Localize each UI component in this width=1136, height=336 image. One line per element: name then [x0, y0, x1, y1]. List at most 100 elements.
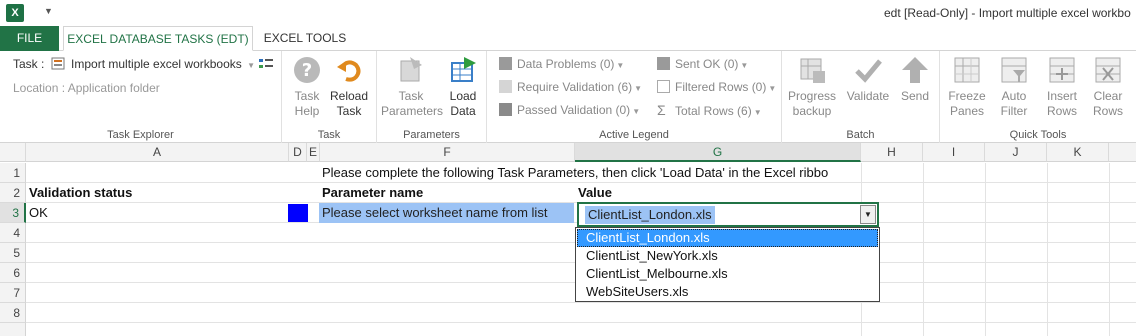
task-selector[interactable]: Task : Import multiple excel workbooks ▼ — [13, 57, 255, 71]
progress-backup-icon — [800, 58, 825, 83]
data-problems-label: Data Problems (0) — [517, 57, 615, 71]
require-validation-swatch-icon — [499, 80, 512, 93]
total-rows-filter[interactable]: Σ Total Rows (6) ▼ — [657, 101, 762, 119]
gridline — [923, 163, 924, 336]
column-header-i[interactable]: I — [923, 143, 985, 162]
active-legend-group-label: Active Legend — [599, 129, 669, 141]
passed-validation-swatch-icon — [499, 103, 512, 116]
column-header-j[interactable]: J — [985, 143, 1047, 162]
ribbon-tabs: FILE EXCEL DATABASE TASKS (EDT) EXCEL TO… — [0, 26, 1136, 51]
column-header-f[interactable]: F — [320, 143, 575, 162]
task-dropdown-icon[interactable]: ▼ — [247, 61, 255, 70]
row-header-7[interactable]: 7 — [0, 283, 26, 303]
task-parameters-icon — [400, 57, 422, 82]
select-all-corner[interactable] — [0, 143, 26, 162]
task-value: Import multiple excel workbooks — [71, 57, 242, 71]
freeze-panes-label: Freeze Panes — [948, 89, 986, 118]
task-help-button[interactable]: ? Task Help — [288, 55, 326, 119]
auto-filter-button[interactable]: Auto Filter — [992, 55, 1036, 119]
parameters-group-label: Parameters — [403, 129, 460, 141]
progress-backup-button[interactable]: Progress backup — [786, 55, 838, 119]
workbook-icon — [51, 57, 65, 70]
column-header-d[interactable]: D — [289, 143, 307, 162]
row-header-1[interactable]: 1 — [0, 163, 26, 183]
cell-f1-instructions[interactable]: Please complete the following Task Param… — [322, 163, 828, 183]
task-location: Location : Application folder — [13, 81, 160, 95]
require-validation-filter[interactable]: Require Validation (6) ▼ — [499, 78, 642, 96]
gridline — [985, 163, 986, 336]
clear-rows-button[interactable]: Clear Rows — [1086, 55, 1130, 119]
task-group: ? Task Help Reload Task Task — [282, 51, 377, 143]
task-parameters-button[interactable]: Task Parameters — [381, 55, 444, 119]
load-data-button[interactable]: Load Data — [443, 55, 483, 119]
quick-tools-group-label: Quick Tools — [1009, 129, 1067, 141]
filtered-rows-filter[interactable]: Filtered Rows (0) ▼ — [657, 78, 776, 96]
cell-g3-value-select[interactable]: ClientList_London.xls ▼ — [577, 202, 879, 227]
column-header-k[interactable]: K — [1047, 143, 1109, 162]
send-button[interactable]: Send — [896, 55, 934, 104]
task-parameters-label: Task Parameters — [381, 89, 444, 118]
cell-g2-header[interactable]: Value — [578, 183, 612, 203]
column-header-h[interactable]: H — [861, 143, 923, 162]
insert-rows-button[interactable]: Insert Rows — [1040, 55, 1084, 119]
window-title: edt [Read-Only] - Import multiple excel … — [884, 6, 1131, 20]
cell-a3-status[interactable]: OK — [29, 203, 48, 223]
gridline — [26, 322, 1136, 323]
validate-label: Validate — [846, 89, 890, 103]
insert-rows-icon — [1049, 57, 1075, 83]
validation-status-swatch — [288, 204, 308, 222]
row-header-8[interactable]: 8 — [0, 303, 26, 323]
validate-button[interactable]: Validate — [844, 55, 892, 104]
dropdown-option[interactable]: WebSiteUsers.xls — [577, 283, 878, 301]
active-legend-group: Data Problems (0) ▼ Require Validation (6… — [487, 51, 782, 143]
column-header-g[interactable]: G — [575, 143, 861, 162]
data-problems-filter[interactable]: Data Problems (0) ▼ — [499, 55, 624, 73]
gridline — [1047, 163, 1048, 336]
chevron-down-icon: ▼ — [632, 107, 641, 116]
sent-ok-filter[interactable]: Sent OK (0) ▼ — [657, 55, 748, 73]
cell-f2-header[interactable]: Parameter name — [322, 183, 423, 203]
passed-validation-filter[interactable]: Passed Validation (0) ▼ — [499, 101, 640, 119]
dropdown-option[interactable]: ClientList_NewYork.xls — [577, 247, 878, 265]
row-header-3[interactable]: 3 — [0, 203, 26, 223]
gridline — [26, 302, 1136, 303]
row-header-6[interactable]: 6 — [0, 263, 26, 283]
batch-group: Progress backup Validate Send Batch — [782, 51, 940, 143]
dropdown-option[interactable]: ClientList_Melbourne.xls — [577, 265, 878, 283]
task-group-label: Task — [317, 129, 341, 141]
column-header-a[interactable]: A — [26, 143, 289, 162]
tab-file[interactable]: FILE — [0, 26, 59, 51]
task-help-label: Task Help — [294, 89, 320, 118]
task-label: Task : — [13, 57, 45, 71]
dropdown-option[interactable]: ClientList_London.xls — [577, 229, 878, 247]
tab-excel-database-tasks[interactable]: EXCEL DATABASE TASKS (EDT) — [63, 26, 253, 51]
task-explorer-group-label: Task Explorer — [107, 129, 174, 141]
batch-group-label: Batch — [846, 129, 875, 141]
reload-task-label: Reload Task — [329, 89, 369, 118]
cell-f3-parameter-name[interactable]: Please select worksheet name from list — [319, 203, 574, 223]
sent-ok-swatch-icon — [657, 57, 670, 70]
chevron-down-icon: ▼ — [740, 61, 749, 70]
freeze-panes-button[interactable]: Freeze Panes — [944, 55, 990, 119]
chevron-down-icon: ▼ — [768, 84, 777, 93]
row-header-2[interactable]: 2 — [0, 183, 26, 203]
row-header-5[interactable]: 5 — [0, 243, 26, 263]
column-header-e[interactable]: E — [307, 143, 320, 162]
cell-a2-header[interactable]: Validation status — [29, 183, 132, 203]
checkmark-icon — [855, 59, 882, 83]
excel-logo-icon[interactable]: X — [6, 4, 24, 22]
cell-dropdown-arrow-icon[interactable]: ▼ — [860, 205, 876, 224]
help-icon: ? — [294, 57, 320, 83]
chevron-down-icon: ▼ — [753, 108, 762, 117]
require-validation-label: Require Validation (6) — [517, 80, 633, 94]
quick-access-toolbar-dropdown-icon[interactable]: ▼ — [44, 6, 53, 16]
filter-icon — [657, 80, 670, 93]
tab-excel-tools[interactable]: EXCEL TOOLS — [256, 26, 354, 51]
row-header-4[interactable]: 4 — [0, 223, 26, 243]
task-tree-icon[interactable] — [258, 57, 274, 71]
task-explorer-group: Task : Import multiple excel workbooks ▼… — [0, 51, 282, 143]
total-rows-label: Total Rows (6) — [675, 104, 752, 118]
insert-rows-label: Insert Rows — [1046, 89, 1077, 118]
reload-task-button[interactable]: Reload Task — [328, 55, 370, 119]
clear-rows-label: Clear Rows — [1092, 89, 1123, 118]
